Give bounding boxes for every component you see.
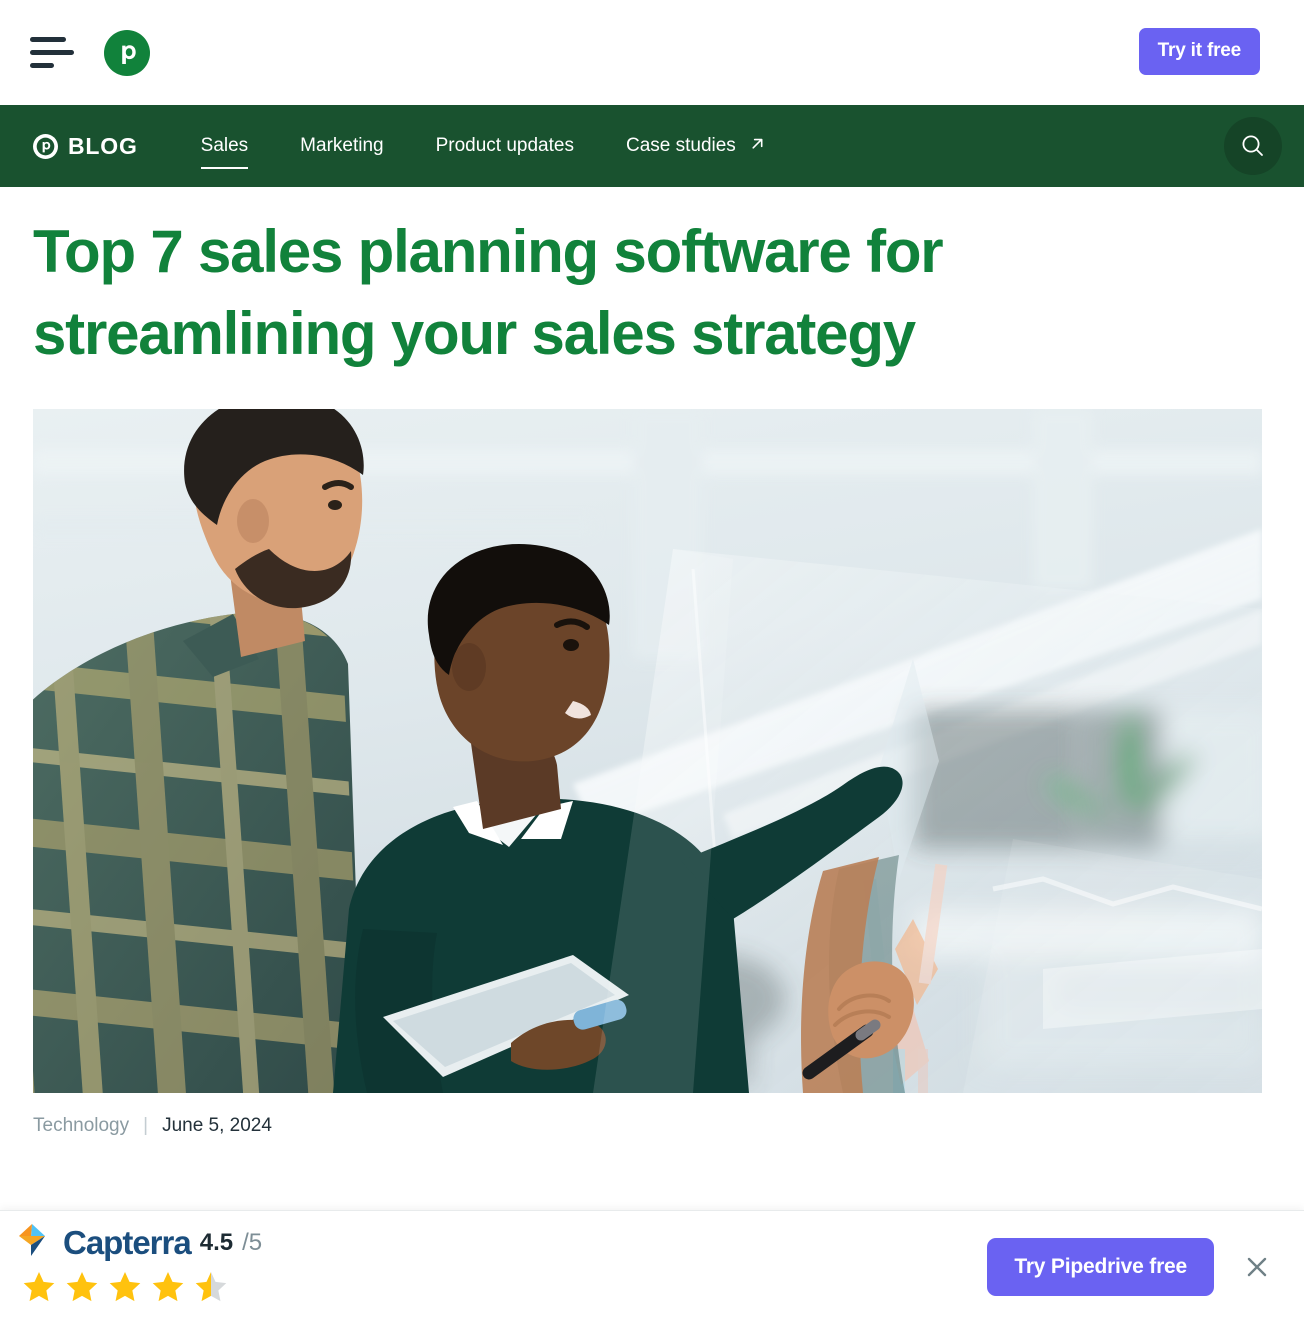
- capterra-rating-value: 4.5: [199, 1228, 234, 1256]
- article-category[interactable]: Technology: [33, 1115, 129, 1137]
- nav-item-product-updates[interactable]: Product updates: [436, 129, 574, 163]
- capterra-rating: Capterra 4.5 /5: [18, 1223, 262, 1310]
- nav-item-product-updates-label: Product updates: [435, 135, 574, 156]
- star-icon-1: [20, 1269, 58, 1310]
- hamburger-line-2: [30, 50, 74, 55]
- star-rating: [20, 1269, 262, 1310]
- top-bar: Try it free: [0, 0, 1304, 105]
- capterra-logo-row: Capterra 4.5 /5: [18, 1223, 262, 1262]
- hamburger-icon[interactable]: [30, 36, 76, 70]
- capterra-rating-scale: /5: [242, 1228, 263, 1256]
- star-icon-2: [63, 1269, 101, 1310]
- article-date: June 5, 2024: [162, 1115, 272, 1137]
- try-pipedrive-free-button[interactable]: Try Pipedrive free: [987, 1237, 1214, 1296]
- nav-links: Sales Marketing Product updates Case stu…: [200, 128, 819, 169]
- pipedrive-logo-icon[interactable]: [104, 29, 150, 76]
- star-icon-5-half: [192, 1269, 230, 1310]
- capterra-promo-banner: Capterra 4.5 /5 Try Pipedrive free: [0, 1210, 1304, 1322]
- hamburger-line-3: [30, 63, 54, 68]
- nav-item-sales-label: Sales: [200, 135, 249, 156]
- star-icon-4: [149, 1269, 187, 1310]
- try-it-free-button[interactable]: Try it free: [1138, 28, 1260, 75]
- capterra-wordmark: Capterra: [63, 1224, 192, 1261]
- pipedrive-circle-icon: [33, 133, 58, 159]
- nav-item-case-studies-label: Case studies: [625, 135, 736, 156]
- nav-item-marketing[interactable]: Marketing: [300, 129, 383, 163]
- search-icon[interactable]: [1224, 117, 1282, 175]
- hero-image: [33, 409, 1262, 1094]
- article-meta: Technology | June 5, 2024: [33, 1115, 1271, 1137]
- page-title: Top 7 sales planning software for stream…: [33, 218, 944, 367]
- star-icon-3: [106, 1269, 144, 1310]
- article: Top 7 sales planning software for stream…: [0, 211, 1304, 1137]
- hamburger-line-1: [30, 37, 66, 42]
- nav-item-case-studies[interactable]: Case studies: [626, 128, 767, 165]
- close-icon[interactable]: [1240, 1250, 1274, 1284]
- meta-separator: |: [143, 1115, 149, 1137]
- external-link-arrow-icon: [748, 134, 767, 159]
- nav-item-sales[interactable]: Sales: [200, 129, 249, 169]
- blog-label: BLOG: [68, 132, 138, 159]
- blog-brand[interactable]: BLOG: [33, 133, 138, 160]
- blog-navigation-bar: BLOG Sales Marketing Product updates Cas…: [0, 105, 1304, 187]
- capterra-arrow-icon: [18, 1223, 54, 1262]
- nav-item-marketing-label: Marketing: [300, 135, 384, 156]
